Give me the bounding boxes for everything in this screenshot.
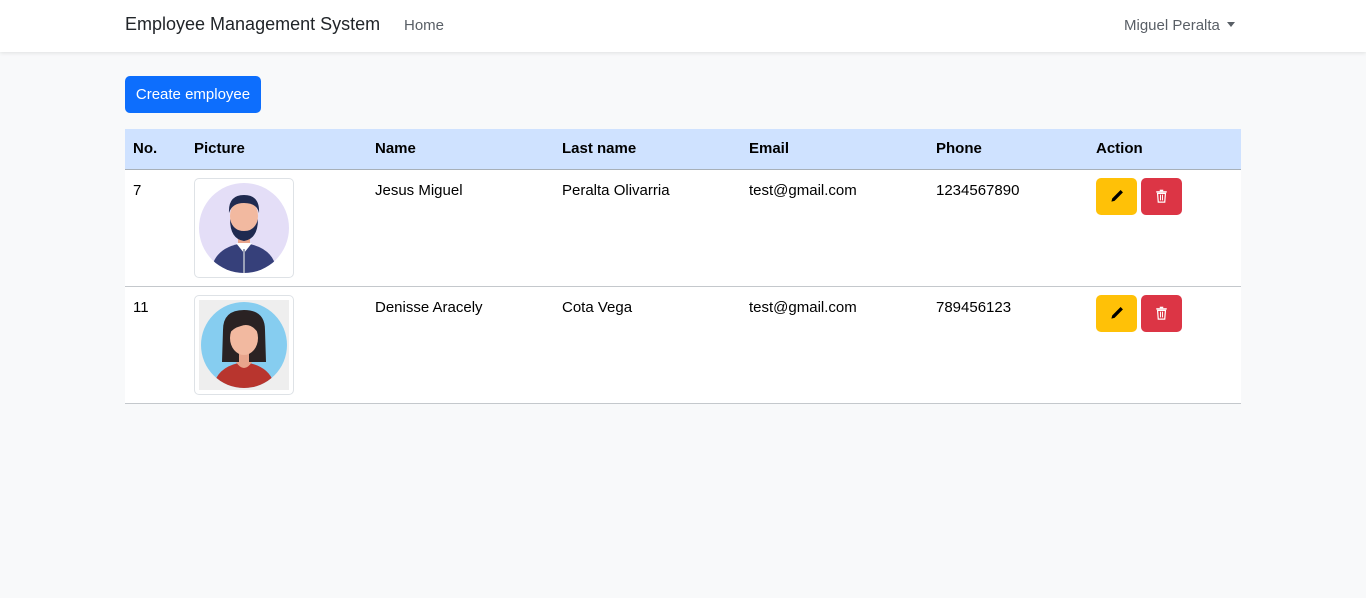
row-actions [1096,287,1233,332]
cell-last-name: Peralta Olivarria [554,169,741,287]
cell-name: Jesus Miguel [367,169,554,287]
top-navbar: Employee Management System Home Miguel P… [0,0,1366,52]
header-last-name: Last name [554,129,741,170]
row-actions [1096,170,1233,215]
cell-email: test@gmail.com [741,286,928,404]
female-avatar-icon [199,299,289,390]
header-picture: Picture [186,129,367,170]
caret-down-icon [1226,22,1235,27]
cell-no: 7 [125,169,186,287]
header-action: Action [1088,129,1241,170]
cell-last-name: Cota Vega [554,286,741,404]
male-avatar-icon [199,182,289,273]
delete-button[interactable] [1141,294,1182,332]
employees-table: No. Picture Name Last name Email Phone A… [125,129,1241,404]
table-row: 7 Jesus Miguel Peralta Olivarria test@gm… [125,169,1241,287]
header-email: Email [741,129,928,170]
header-phone: Phone [928,129,1088,170]
table-header-row: No. Picture Name Last name Email Phone A… [125,129,1241,170]
user-dropdown[interactable]: Miguel Peralta [1124,17,1235,34]
cell-email: test@gmail.com [741,169,928,287]
employee-picture [194,294,294,395]
cell-phone: 1234567890 [928,169,1088,287]
cell-no: 11 [125,286,186,404]
pencil-icon [1110,190,1123,202]
delete-button[interactable] [1141,177,1182,215]
edit-button[interactable] [1096,294,1137,332]
create-employee-button[interactable]: Create employee [125,76,261,113]
employee-picture [194,177,294,278]
header-name: Name [367,129,554,170]
brand-title[interactable]: Employee Management System [125,14,380,35]
cell-name: Denisse Aracely [367,286,554,404]
header-no: No. [125,129,186,170]
table-row: 11 Denisse Aracely Cota Vega test@gmail.… [125,286,1241,404]
edit-button[interactable] [1096,177,1137,215]
nav-home-link[interactable]: Home [404,17,444,34]
pencil-icon [1110,307,1123,319]
cell-phone: 789456123 [928,286,1088,404]
trash-icon [1156,189,1167,203]
trash-icon [1156,306,1167,320]
user-name: Miguel Peralta [1124,17,1220,34]
